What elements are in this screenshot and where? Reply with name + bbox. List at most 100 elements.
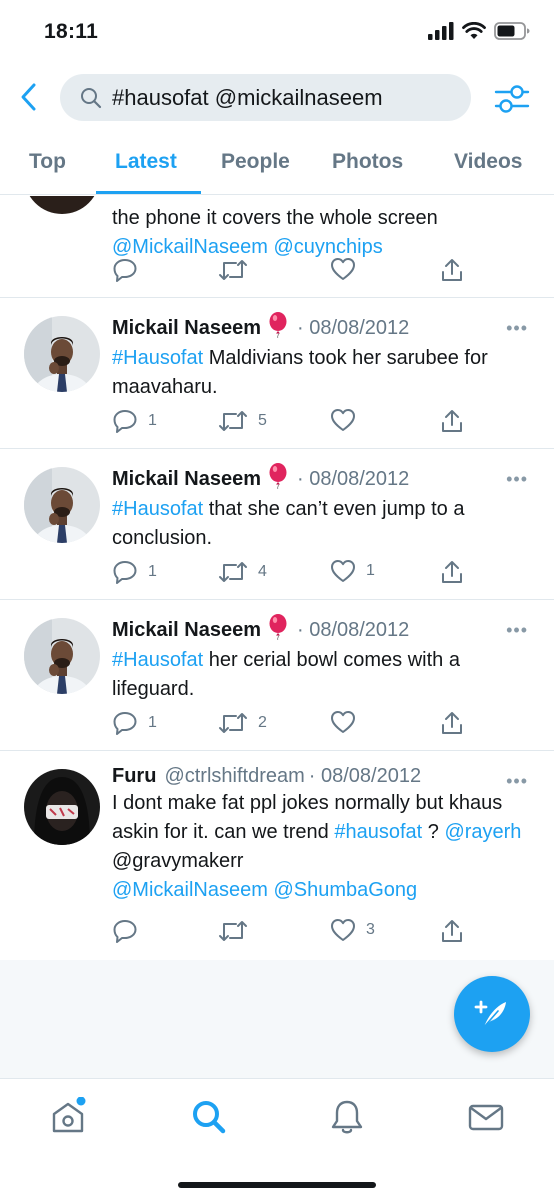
like-button[interactable] <box>330 408 366 432</box>
retweet-count: 5 <box>258 412 267 429</box>
tab-top[interactable]: Top <box>29 150 66 174</box>
user-handle[interactable]: @ctrlshiftdream <box>164 765 304 788</box>
status-icons <box>428 22 530 40</box>
retweet-icon <box>219 411 247 431</box>
active-tab-indicator <box>96 191 201 194</box>
tweet[interactable]: Furu @ctrlshiftdream · 08/08/2012 ••• I … <box>0 751 554 960</box>
share-icon <box>442 712 462 734</box>
retweet-button[interactable]: 4 <box>218 559 267 585</box>
display-name[interactable]: Furu <box>112 765 156 788</box>
nav-messages[interactable] <box>466 1097 506 1137</box>
display-name[interactable]: Mickail Naseem <box>112 468 261 491</box>
search-tabs: Top Latest People Photos Videos <box>0 136 554 195</box>
balloon-emoji <box>267 614 289 646</box>
mention-link[interactable]: @ShumbaGong <box>273 879 417 901</box>
retweet-button[interactable]: 5 <box>218 408 267 434</box>
tab-videos[interactable]: Videos <box>454 150 522 174</box>
tweet[interactable]: Mickail Naseem · 08/08/2012 ••• #Hausofa… <box>0 600 554 751</box>
retweet-button[interactable]: 2 <box>218 710 267 736</box>
tweet-header: Mickail Naseem · 08/08/2012 <box>112 463 534 495</box>
search-header: #hausofat @mickailnaseem <box>0 66 554 128</box>
reply-icon <box>113 259 137 282</box>
like-button[interactable] <box>330 257 356 281</box>
display-name[interactable]: Mickail Naseem <box>112 317 261 340</box>
wifi-icon <box>462 22 486 39</box>
more-options-button[interactable]: ••• <box>506 469 528 490</box>
heart-icon <box>331 258 355 280</box>
share-icon <box>442 561 462 583</box>
tweet-actions: 1 5 <box>112 408 472 438</box>
tweet-text-part: ? <box>422 821 445 843</box>
share-button[interactable] <box>440 559 464 585</box>
share-button[interactable] <box>440 257 464 283</box>
tweet-header: Mickail Naseem · 08/08/2012 <box>112 312 534 344</box>
tab-people[interactable]: People <box>221 150 290 174</box>
reply-button[interactable] <box>112 918 148 944</box>
more-options-button[interactable]: ••• <box>506 620 528 641</box>
like-button[interactable]: 1 <box>330 559 375 583</box>
hashtag-link[interactable]: #Hausofat <box>112 347 203 369</box>
reply-count: 1 <box>148 563 157 580</box>
share-button[interactable] <box>440 408 464 434</box>
tab-latest[interactable]: Latest <box>115 150 177 174</box>
reply-button[interactable]: 1 <box>112 710 157 736</box>
mention-link[interactable]: @rayerh <box>444 821 521 843</box>
status-bar: 18:11 <box>0 0 554 66</box>
retweet-button[interactable] <box>218 257 248 283</box>
more-options-button[interactable]: ••• <box>506 318 528 339</box>
tweet-date: · 08/08/2012 <box>296 618 410 641</box>
retweet-icon <box>219 921 247 941</box>
reply-count: 1 <box>148 412 157 429</box>
retweet-icon <box>219 562 247 582</box>
tweet-date: · 08/08/2012 <box>308 765 422 787</box>
avatar[interactable] <box>24 196 100 214</box>
search-input[interactable]: #hausofat @mickailnaseem <box>60 74 471 121</box>
hashtag-link[interactable]: #hausofat <box>334 821 422 843</box>
share-button[interactable] <box>440 918 464 944</box>
retweet-button[interactable] <box>218 918 258 944</box>
avatar[interactable] <box>24 618 100 694</box>
nav-search[interactable] <box>189 1097 229 1137</box>
share-icon <box>442 920 462 942</box>
tweet-date: · 08/08/2012 <box>296 467 410 490</box>
hashtag-link[interactable]: #Hausofat <box>112 649 203 671</box>
reply-button[interactable] <box>112 257 138 283</box>
home-indicator <box>178 1182 376 1188</box>
hashtag-link[interactable]: #Hausofat <box>112 498 203 520</box>
tweet[interactable]: Mickail Naseem · 08/08/2012 ••• #Hausofa… <box>0 298 554 449</box>
tweet-actions: 3 <box>112 918 472 948</box>
reply-icon <box>113 561 137 584</box>
nav-home[interactable] <box>48 1096 88 1137</box>
search-icon <box>193 1101 226 1134</box>
share-icon <box>442 259 462 281</box>
avatar[interactable] <box>24 467 100 543</box>
heart-icon <box>331 919 355 941</box>
tweet[interactable]: Mickail Naseem · 08/08/2012 ••• #Hausofa… <box>0 449 554 600</box>
tweet-header: Furu @ctrlshiftdream · 08/08/2012 <box>112 765 534 788</box>
mention-link[interactable]: @MickailNaseem <box>112 236 268 258</box>
search-filter-button[interactable] <box>494 82 530 116</box>
avatar[interactable] <box>24 316 100 392</box>
tweet-timeline: the phone it covers the whole screen @Mi… <box>0 196 554 960</box>
back-chevron-icon <box>21 83 36 111</box>
tweet-text-part: the phone it covers the whole screen <box>112 207 438 229</box>
avatar[interactable] <box>24 769 100 845</box>
mention-link[interactable]: @cuynchips <box>273 236 382 258</box>
compose-tweet-button[interactable] <box>454 976 530 1052</box>
tweet-text: #Hausofat Maldivians took her sarubee fo… <box>112 344 524 402</box>
display-name[interactable]: Mickail Naseem <box>112 619 261 642</box>
tweet-text: #Hausofat her cerial bowl comes with a l… <box>112 646 524 704</box>
retweet-icon <box>219 260 247 280</box>
mention-link[interactable]: @MickailNaseem <box>112 879 268 901</box>
heart-icon <box>331 711 355 733</box>
like-button[interactable] <box>330 710 366 734</box>
search-query: #hausofat @mickailnaseem <box>112 84 383 110</box>
back-button[interactable] <box>16 80 42 114</box>
like-button[interactable]: 3 <box>330 918 375 942</box>
nav-notifications[interactable] <box>327 1097 367 1137</box>
tweet[interactable]: the phone it covers the whole screen @Mi… <box>0 196 554 298</box>
tab-photos[interactable]: Photos <box>332 150 403 174</box>
share-button[interactable] <box>440 710 464 736</box>
reply-button[interactable]: 1 <box>112 559 157 585</box>
reply-button[interactable]: 1 <box>112 408 157 434</box>
